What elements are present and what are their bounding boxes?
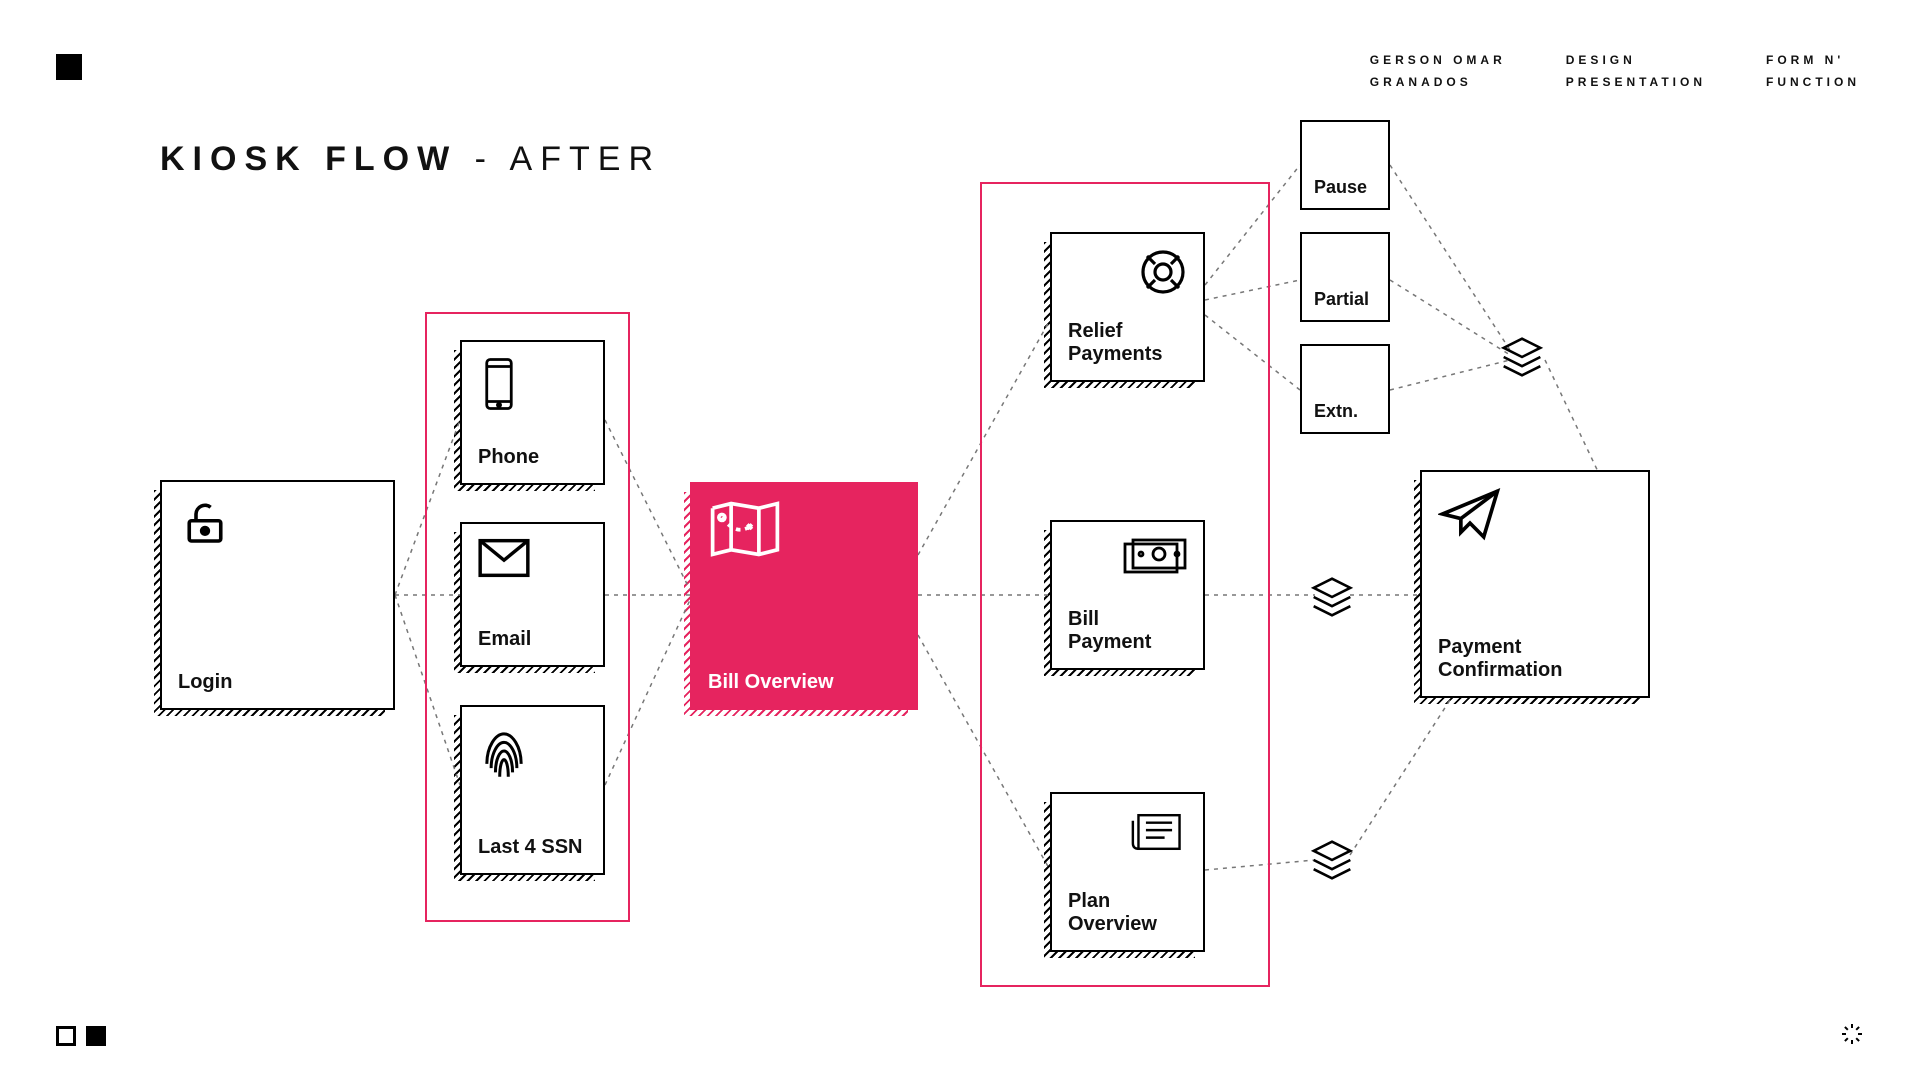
node-partial-label: Partial: [1314, 289, 1369, 310]
node-pause-label: Pause: [1314, 177, 1367, 198]
node-bill-payment: BillPayment: [1050, 520, 1205, 670]
node-relief-payments: ReliefPayments: [1050, 232, 1205, 382]
node-plan-overview: PlanOverview: [1050, 792, 1205, 952]
node-bill-overview: Bill Overview: [690, 482, 918, 710]
node-ssn-label: Last 4 SSN: [478, 836, 582, 859]
footer-solid-square: [86, 1026, 106, 1046]
node-plan-overview-label: PlanOverview: [1068, 890, 1157, 936]
node-bill-overview-label: Bill Overview: [708, 671, 834, 694]
life-ring-icon: [1139, 248, 1187, 302]
fingerprint-icon: [478, 721, 530, 787]
node-phone-label: Phone: [478, 446, 539, 469]
footer-open-square: [56, 1026, 76, 1046]
blueprint-icon: [1131, 808, 1187, 862]
envelope-icon: [478, 538, 530, 584]
layers-icon: [1310, 575, 1350, 615]
node-login: Login: [160, 480, 395, 710]
map-icon: [708, 498, 782, 566]
node-phone: Phone: [460, 340, 605, 485]
node-partial: Partial: [1300, 232, 1390, 322]
node-confirmation-label: PaymentConfirmation: [1438, 636, 1562, 682]
node-ssn: Last 4 SSN: [460, 705, 605, 875]
layers-icon: [1500, 335, 1540, 375]
node-login-label: Login: [178, 671, 232, 694]
footer-marks: [56, 1026, 106, 1046]
cash-icon: [1123, 536, 1187, 582]
node-extn-label: Extn.: [1314, 401, 1358, 422]
paper-plane-icon: [1438, 486, 1502, 548]
loading-icon: [1840, 1022, 1864, 1046]
diagram-canvas: Login Phone Email: [0, 0, 1920, 1080]
lock-open-icon: [178, 496, 232, 556]
node-email: Email: [460, 522, 605, 667]
node-extn: Extn.: [1300, 344, 1390, 434]
node-payment-confirmation: PaymentConfirmation: [1420, 470, 1650, 698]
node-pause: Pause: [1300, 120, 1390, 210]
smartphone-icon: [478, 356, 520, 418]
node-relief-label: ReliefPayments: [1068, 320, 1163, 366]
node-bill-payment-label: BillPayment: [1068, 608, 1151, 654]
node-email-label: Email: [478, 628, 531, 651]
layers-icon: [1310, 838, 1350, 878]
